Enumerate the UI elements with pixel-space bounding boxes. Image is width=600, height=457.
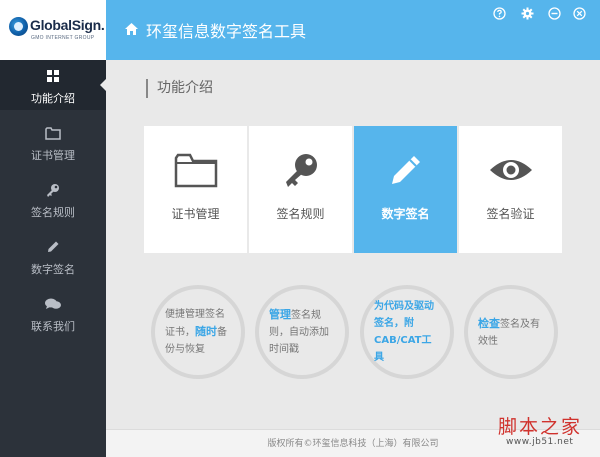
card-label: 签名规则: [276, 207, 325, 221]
eye-icon: [459, 152, 562, 192]
card-rules[interactable]: 签名规则: [249, 126, 352, 253]
bubble-highlight: 检查: [478, 316, 500, 330]
sidebar-item-label: 数字签名: [31, 263, 75, 276]
bubble-text: 检查签名及有效性: [478, 315, 544, 350]
sidebar-item-contact[interactable]: 联系我们: [0, 288, 106, 338]
pencil-icon: [354, 152, 457, 192]
folder-icon: [0, 126, 106, 144]
card-label: 签名验证: [486, 207, 535, 221]
sidebar-item-label: 签名规则: [31, 206, 75, 219]
grid-icon: [0, 69, 106, 87]
bubble-sign: 为代码及驱动签名，附CAB/CAT工具: [360, 285, 454, 379]
sidebar-item-certificates[interactable]: 证书管理: [0, 117, 106, 167]
app-title: 环玺信息数字签名工具: [146, 22, 307, 41]
bubble-rules: 管理签名规则，自动添加时间戳: [255, 285, 349, 379]
logo-brand: GlobalSign.: [30, 17, 105, 33]
bubble-certificates: 便捷管理签名证书，随时备份与恢复: [151, 285, 245, 379]
bubble-text: 便捷管理签名证书，随时备份与恢复: [165, 306, 231, 358]
logo: GlobalSign. GMO INTERNET GROUP: [0, 0, 106, 60]
watermark: 脚本之家 www.jb51.net: [498, 412, 598, 456]
key-icon: [0, 183, 106, 201]
minimize-icon[interactable]: [548, 7, 561, 20]
close-icon[interactable]: [573, 7, 586, 20]
globalsign-logo-icon: [9, 17, 28, 36]
header: 环玺信息数字签名工具: [106, 0, 600, 60]
card-label: 证书管理: [171, 207, 220, 221]
watermark-text: 脚本之家: [498, 416, 583, 438]
card-certificates[interactable]: 证书管理: [144, 126, 247, 253]
watermark-url: www.jb51.net: [506, 437, 574, 447]
sidebar-item-rules[interactable]: 签名规则: [0, 174, 106, 224]
card-verify[interactable]: 签名验证: [459, 126, 562, 253]
card-sign[interactable]: 数字签名: [354, 126, 457, 253]
card-label: 数字签名: [381, 207, 430, 221]
logo-subtitle: GMO INTERNET GROUP: [31, 35, 95, 41]
sidebar-item-label: 证书管理: [31, 149, 75, 162]
chat-icon: [0, 297, 106, 315]
folder-icon: [144, 152, 247, 192]
sidebar: GlobalSign. GMO INTERNET GROUP 功能介绍 证书管理…: [0, 0, 106, 457]
bubble-text: 管理签名规则，自动添加时间戳: [269, 306, 335, 358]
pencil-icon: [0, 240, 106, 258]
bubble-highlight: 管理: [269, 308, 291, 321]
bubble-verify: 检查签名及有效性: [464, 285, 558, 379]
section-title: 功能介绍: [146, 79, 213, 98]
help-icon[interactable]: [493, 7, 506, 20]
key-icon: [249, 152, 352, 192]
sidebar-item-intro[interactable]: 功能介绍: [0, 60, 106, 110]
home-icon[interactable]: [124, 21, 139, 40]
sidebar-item-label: 功能介绍: [31, 92, 75, 105]
sidebar-item-sign[interactable]: 数字签名: [0, 231, 106, 281]
sidebar-item-label: 联系我们: [31, 320, 75, 333]
bubble-highlight: 随时: [195, 325, 217, 338]
bubble-text: 为代码及驱动签名，附CAB/CAT工具: [374, 301, 434, 363]
gear-icon[interactable]: [521, 7, 534, 20]
